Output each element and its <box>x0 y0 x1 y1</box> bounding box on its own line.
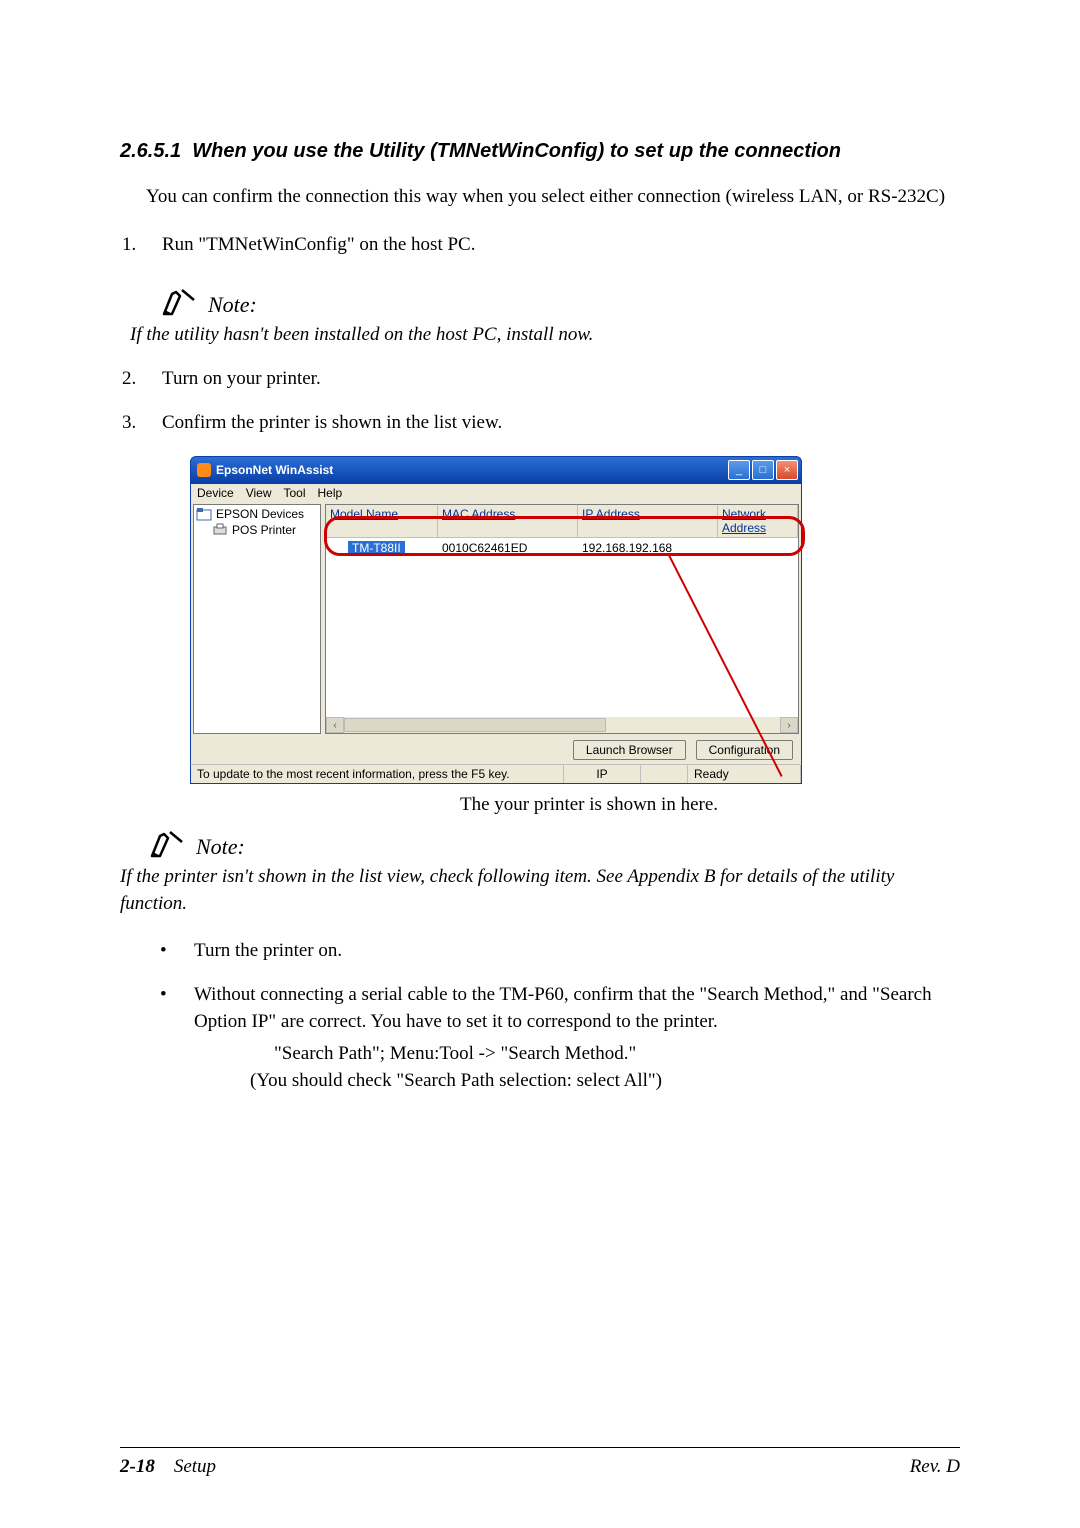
bullet-1-marker: • <box>160 937 194 965</box>
button-row: Launch Browser Configuration <box>190 736 802 764</box>
hand-write-icon <box>148 826 188 860</box>
note-1-text: If the utility hasn't been installed on … <box>130 322 960 349</box>
column-headers: Model Name MAC Address IP Address Networ… <box>326 505 798 538</box>
bullet-2-sub-b: (You should check "Search Path selection… <box>250 1067 960 1095</box>
header-ip[interactable]: IP Address <box>578 505 718 537</box>
tree-root[interactable]: EPSON Devices <box>196 507 318 521</box>
printer-icon <box>212 523 228 537</box>
menu-help[interactable]: Help <box>318 486 343 500</box>
scroll-left-arrow-icon[interactable]: ‹ <box>326 717 344 733</box>
cell-network <box>718 540 798 556</box>
tree-child-label: POS Printer <box>232 523 296 537</box>
status-protocol: IP <box>564 765 641 783</box>
step-3: 3. Confirm the printer is shown in the l… <box>122 412 960 434</box>
status-message: To update to the most recent information… <box>191 765 564 783</box>
window-title-left: EpsonNet WinAssist <box>197 463 333 477</box>
note-2-heading: Note: <box>148 826 960 860</box>
bullet-1-text: Turn the printer on. <box>194 937 960 965</box>
header-mac[interactable]: MAC Address <box>438 505 578 537</box>
footer-right: Rev. D <box>910 1456 960 1478</box>
step-1: 1. Run "TMNetWinConfig" on the host PC. <box>122 234 960 256</box>
step-2-text: Turn on your printer. <box>162 368 960 390</box>
horizontal-scrollbar[interactable]: ‹ › <box>326 717 798 733</box>
cell-mac: 0010C62461ED <box>438 540 578 556</box>
note-1-label: Note: <box>208 292 257 318</box>
minimize-button[interactable]: _ <box>728 460 750 480</box>
step-3-num: 3. <box>122 412 162 434</box>
menu-device[interactable]: Device <box>197 486 234 500</box>
step-1-num: 1. <box>122 234 162 256</box>
menu-bar: Device View Tool Help <box>190 484 802 502</box>
window-buttons: _ □ × <box>728 460 798 480</box>
status-ready: Ready <box>688 765 801 783</box>
window-titlebar: EpsonNet WinAssist _ □ × <box>190 456 802 484</box>
bullet-2: • Without connecting a serial cable to t… <box>160 981 960 1095</box>
scroll-thumb[interactable] <box>344 718 606 732</box>
hand-write-icon <box>160 284 200 318</box>
scroll-track[interactable] <box>344 718 780 732</box>
header-model[interactable]: Model Name <box>326 505 438 537</box>
list-row[interactable]: TM-T88II 0010C62461ED 192.168.192.168 <box>326 538 798 556</box>
note-2-label: Note: <box>196 834 245 860</box>
tree-child[interactable]: POS Printer <box>212 523 318 537</box>
note-2-text: If the printer isn't shown in the list v… <box>120 864 960 917</box>
tree-pane[interactable]: EPSON Devices POS Printer <box>193 504 321 734</box>
bullet-2-marker: • <box>160 981 194 1095</box>
window-title: EpsonNet WinAssist <box>216 463 333 477</box>
note-1-heading: Note: <box>160 284 960 318</box>
section-number: 2.6.5.1 <box>120 140 181 162</box>
list-body[interactable]: TM-T88II 0010C62461ED 192.168.192.168 <box>326 538 798 717</box>
step-2: 2. Turn on your printer. <box>122 368 960 390</box>
cell-model-selected: TM-T88II <box>348 541 405 555</box>
footer-left: 2-18 Setup <box>120 1456 216 1478</box>
configuration-button[interactable]: Configuration <box>696 740 793 760</box>
app-icon <box>197 463 211 477</box>
header-network[interactable]: Network Address <box>718 505 798 537</box>
bullet-2-content: Without connecting a serial cable to the… <box>194 981 960 1095</box>
cell-ip: 192.168.192.168 <box>578 540 718 556</box>
content-panes: EPSON Devices POS Printer Model Name MAC… <box>190 502 802 736</box>
chapter-name: Setup <box>174 1456 216 1477</box>
scroll-right-arrow-icon[interactable]: › <box>780 717 798 733</box>
intro-paragraph: You can confirm the connection this way … <box>146 183 960 212</box>
menu-tool[interactable]: Tool <box>283 486 305 500</box>
bullet-1: • Turn the printer on. <box>160 937 960 965</box>
bullet-2-sub-a: "Search Path"; Menu:Tool -> "Search Meth… <box>274 1040 960 1068</box>
app-screenshot: EpsonNet WinAssist _ □ × Device View Too… <box>190 456 802 784</box>
menu-view[interactable]: View <box>246 486 272 500</box>
close-button[interactable]: × <box>776 460 798 480</box>
section-heading: 2.6.5.1 When you use the Utility (TMNetW… <box>120 140 960 163</box>
maximize-button[interactable]: □ <box>752 460 774 480</box>
page-number: 2-18 <box>120 1456 155 1477</box>
tree-root-label: EPSON Devices <box>216 507 304 521</box>
step-2-num: 2. <box>122 368 162 390</box>
step-1-text: Run "TMNetWinConfig" on the host PC. <box>162 234 960 256</box>
page-footer: 2-18 Setup Rev. D <box>120 1447 960 1478</box>
step-3-text: Confirm the printer is shown in the list… <box>162 412 960 434</box>
devices-icon <box>196 507 212 521</box>
screenshot-caption: The your printer is shown in here. <box>460 794 960 816</box>
status-empty <box>641 765 688 783</box>
list-pane: Model Name MAC Address IP Address Networ… <box>325 504 799 734</box>
section-title: When you use the Utility (TMNetWinConfig… <box>192 140 841 162</box>
status-bar: To update to the most recent information… <box>190 764 802 784</box>
bullet-2-text: Without connecting a serial cable to the… <box>194 984 932 1033</box>
cell-model: TM-T88II <box>326 540 438 556</box>
launch-browser-button[interactable]: Launch Browser <box>573 740 686 760</box>
